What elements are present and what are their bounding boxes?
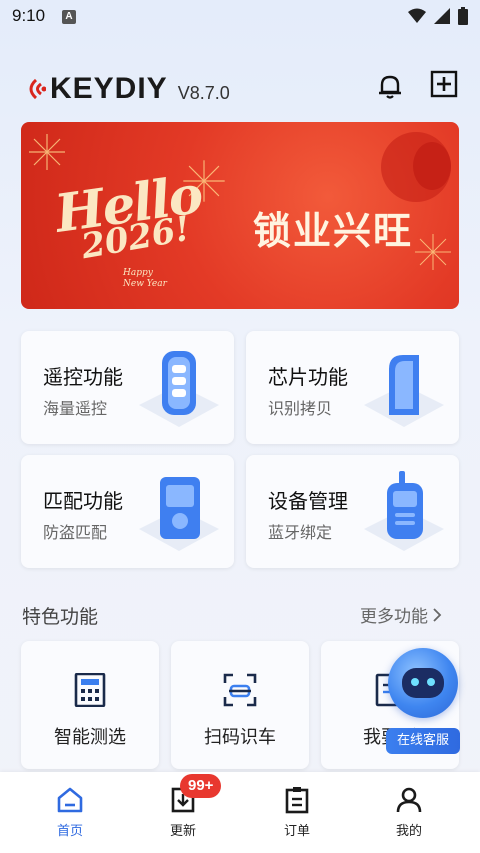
card-title: 设备管理 <box>268 489 348 513</box>
promo-banner[interactable]: Hello 2026! Happy New Year 锁业兴旺 <box>21 122 459 309</box>
nav-profile[interactable]: 我的 <box>369 786 449 839</box>
card-subtitle: 蓝牙绑定 <box>268 523 333 542</box>
bell-icon[interactable] <box>376 72 404 100</box>
feature-smart-test[interactable]: 智能测选 <box>21 641 159 769</box>
calculator-icon <box>74 673 106 707</box>
nav-label: 首页 <box>56 824 83 839</box>
keydiy-logo-icon <box>29 78 46 100</box>
app-header: KEYDIY V8.7.0 <box>0 60 480 120</box>
feature-scan-car[interactable]: 扫码识车 <box>171 641 309 769</box>
more-functions-link[interactable]: 更多功能 <box>360 602 442 627</box>
nav-label: 我的 <box>395 824 422 839</box>
more-functions-label: 更多功能 <box>360 607 428 627</box>
add-icon[interactable] <box>430 70 458 98</box>
signal-icon <box>434 8 450 24</box>
status-time: 9:10 <box>12 6 46 25</box>
bottom-navigation: 首页 更新 订单 我的 <box>0 772 480 853</box>
card-remote[interactable]: 遥控功能 海量遥控 <box>21 331 234 444</box>
firework-decoration <box>29 134 65 170</box>
card-chip[interactable]: 芯片功能 识别拷贝 <box>246 331 459 444</box>
online-service-button[interactable]: 在线客服 <box>386 648 460 756</box>
online-service-label: 在线客服 <box>386 728 460 754</box>
banner-greeting: Happy New Year <box>123 268 167 290</box>
card-title: 匹配功能 <box>43 489 123 513</box>
update-count-badge: 99+ <box>180 774 222 798</box>
lantern-decoration <box>413 142 451 190</box>
programmer-device-icon <box>139 477 219 551</box>
nav-home[interactable]: 首页 <box>30 786 110 839</box>
nav-orders[interactable]: 订单 <box>257 786 337 839</box>
notification-app-icon: A <box>62 10 76 24</box>
feature-label: 智能测选 <box>54 727 126 748</box>
order-icon <box>285 787 309 814</box>
firework-decoration <box>415 234 451 270</box>
brand-name: KEYDIY <box>50 72 168 105</box>
scan-car-icon <box>223 673 257 707</box>
status-indicators <box>408 7 468 25</box>
battery-icon <box>458 7 468 25</box>
feature-label: 扫码识车 <box>204 727 276 748</box>
card-subtitle: 海量遥控 <box>43 399 108 418</box>
handheld-device-icon <box>364 471 444 551</box>
wifi-icon <box>408 8 426 23</box>
card-subtitle: 识别拷贝 <box>268 399 333 418</box>
profile-icon <box>396 787 422 813</box>
robot-avatar-icon <box>388 648 458 718</box>
status-bar: 9:10 A <box>0 0 480 34</box>
chip-icon <box>364 355 444 427</box>
brand-logo: KEYDIY V8.7.0 <box>22 74 230 104</box>
robot-eye <box>411 678 419 686</box>
featured-section-title: 特色功能 <box>22 606 99 628</box>
card-device[interactable]: 设备管理 蓝牙绑定 <box>246 455 459 568</box>
nav-label: 更新 <box>169 824 196 839</box>
card-title: 遥控功能 <box>43 365 123 389</box>
robot-face <box>402 668 444 698</box>
card-match[interactable]: 匹配功能 防盗匹配 <box>21 455 234 568</box>
robot-eye <box>427 678 435 686</box>
card-title: 芯片功能 <box>268 365 348 389</box>
banner-greeting-line2: New Year <box>123 279 167 289</box>
nav-label: 订单 <box>283 824 310 839</box>
app-version: V8.7.0 <box>177 83 230 103</box>
card-subtitle: 防盗匹配 <box>43 523 108 542</box>
remote-key-icon <box>139 351 219 427</box>
home-icon <box>57 787 83 813</box>
banner-slogan: 锁业兴旺 <box>253 208 414 253</box>
chevron-right-icon <box>433 607 442 622</box>
banner-greeting-line1: Happy <box>123 268 153 278</box>
